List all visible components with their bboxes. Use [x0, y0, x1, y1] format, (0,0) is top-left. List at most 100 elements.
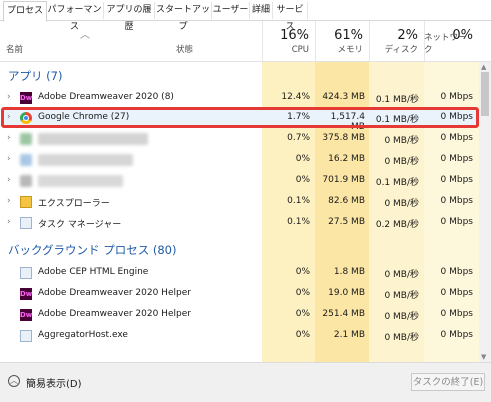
vertical-scrollbar[interactable]: ▲ ▼: [479, 62, 491, 362]
memory-value: 19.0 MB: [328, 288, 365, 298]
process-name: Adobe Dreamweaver 2020 (8): [38, 92, 174, 102]
memory-value: 1.8 MB: [333, 267, 365, 277]
blurred-name: [38, 175, 123, 187]
header-memory[interactable]: 61% メモリ: [315, 21, 369, 61]
cpu-value: 0%: [295, 175, 310, 185]
process-row-dreamweaver[interactable]: › Adobe Dreamweaver 2020 (8) 12.4% 424.3…: [0, 88, 478, 109]
memory-value: 82.6 MB: [328, 196, 365, 206]
cpu-value: 0%: [295, 288, 310, 298]
header-status[interactable]: 状態: [170, 21, 262, 61]
cpu-value: 0%: [295, 154, 310, 164]
network-value: 0 Mbps: [440, 196, 473, 206]
expand-chevron-icon[interactable]: ›: [7, 217, 11, 227]
dreamweaver-icon: [20, 288, 32, 300]
cpu-value: 0%: [295, 330, 310, 340]
header-network[interactable]: 0% ネットワーク: [424, 21, 479, 61]
group-apps-title[interactable]: アプリ (7): [8, 68, 62, 84]
expand-chevron-icon[interactable]: ›: [7, 154, 11, 164]
scroll-up-icon[interactable]: ▲: [481, 63, 486, 71]
process-row-cep[interactable]: Adobe CEP HTML Engine 0% 1.8 MB 0 MB/秒 0…: [0, 263, 478, 284]
network-label: ネットワーク: [424, 33, 467, 55]
tab-services[interactable]: サービス: [273, 2, 308, 32]
scroll-down-icon[interactable]: ▼: [481, 353, 486, 361]
app-icon: [20, 330, 32, 342]
end-task-button[interactable]: タスクの終了(E): [411, 373, 485, 391]
memory-value: 16.2 MB: [328, 154, 365, 164]
expand-chevron-icon[interactable]: ›: [7, 92, 11, 102]
memory-value: 2.1 MB: [333, 330, 365, 340]
process-name: Adobe Dreamweaver 2020 Helper: [38, 288, 191, 298]
disk-total: 2%: [397, 28, 418, 43]
memory-value: 701.9 MB: [322, 175, 365, 185]
memory-total: 61%: [334, 28, 363, 43]
disk-value: 0 MB/秒: [384, 136, 419, 146]
column-header: ︿ 名前 状態 16% CPU 61% メモリ 2% ディスク 0% ネットワー…: [0, 21, 491, 62]
process-row-dw-helper[interactable]: Adobe Dreamweaver 2020 Helper 0% 251.4 M…: [0, 305, 478, 326]
process-row-blurred[interactable]: › 0% 701.9 MB 0.1 MB/秒 0 Mbps: [0, 171, 478, 192]
cpu-value: 0%: [295, 309, 310, 319]
footer-bar: ︿ 簡易表示(D) タスクの終了(E): [0, 362, 491, 402]
process-name: エクスプローラー: [38, 199, 110, 209]
scrollbar-thumb[interactable]: [481, 72, 489, 116]
sort-up-icon: ︿: [80, 30, 90, 41]
process-name: Adobe CEP HTML Engine: [38, 267, 149, 277]
blurred-icon: [20, 154, 32, 166]
tab-startup[interactable]: スタートアップ: [155, 2, 212, 32]
blurred-name: [38, 154, 133, 166]
process-row-aggregator[interactable]: AggregatorHost.exe 0% 2.1 MB 0 MB/秒 0 Mb…: [0, 326, 478, 347]
tab-details[interactable]: 詳細: [250, 2, 273, 19]
process-name: タスク マネージャー: [38, 220, 122, 230]
process-row-blurred[interactable]: › 0.7% 375.8 MB 0 MB/秒 0 Mbps: [0, 129, 478, 150]
expand-chevron-icon[interactable]: ›: [7, 133, 11, 143]
dreamweaver-icon: [20, 309, 32, 321]
network-value: 0 Mbps: [440, 309, 473, 319]
process-name: AggregatorHost.exe: [38, 330, 128, 340]
network-value: 0 Mbps: [440, 154, 473, 164]
disk-value: 0.1 MB/秒: [375, 178, 419, 188]
expand-chevron-icon[interactable]: ›: [7, 196, 11, 206]
collapse-circle-icon[interactable]: ︿: [8, 375, 20, 387]
cep-icon: [20, 267, 32, 279]
tab-processes[interactable]: プロセス: [3, 1, 47, 22]
disk-value: 0 MB/秒: [384, 291, 419, 301]
network-value: 0 Mbps: [440, 330, 473, 340]
fewer-details-link[interactable]: 簡易表示(D): [26, 375, 82, 390]
disk-value: 0 MB/秒: [384, 157, 419, 167]
group-background-title[interactable]: バックグラウンド プロセス (80): [8, 242, 176, 258]
memory-value: 424.3 MB: [322, 92, 365, 102]
cpu-value: 0.1%: [287, 217, 310, 227]
disk-value: 0 MB/秒: [384, 333, 419, 343]
dreamweaver-icon: [20, 92, 32, 104]
disk-value: 0 MB/秒: [384, 199, 419, 209]
process-row-task-manager[interactable]: › タスク マネージャー 0.1% 27.5 MB 0.2 MB/秒 0 Mbp…: [0, 213, 478, 234]
tab-app-history[interactable]: アプリの履歴: [104, 2, 155, 32]
header-cpu[interactable]: 16% CPU: [262, 21, 315, 61]
process-row-dw-helper[interactable]: Adobe Dreamweaver 2020 Helper 0% 19.0 MB…: [0, 284, 478, 305]
cpu-label: CPU: [291, 45, 309, 55]
task-manager-icon: [20, 217, 32, 229]
expand-chevron-icon[interactable]: ›: [7, 175, 11, 185]
header-disk[interactable]: 2% ディスク: [369, 21, 424, 61]
header-status-label: 状態: [176, 45, 194, 55]
tab-bar: プロセス パフォーマンス アプリの履歴 スタートアップ ユーザー 詳細 サービス: [0, 0, 491, 32]
cpu-value: 0.1%: [287, 196, 310, 206]
header-name-label: 名前: [6, 45, 24, 55]
network-value: 0 Mbps: [440, 288, 473, 298]
process-row-explorer[interactable]: › エクスプローラー 0.1% 82.6 MB 0 MB/秒 0 Mbps: [0, 192, 478, 213]
cpu-value: 0.7%: [287, 133, 310, 143]
folder-icon: [20, 196, 32, 208]
tab-users[interactable]: ユーザー: [212, 2, 250, 19]
disk-label: ディスク: [384, 45, 418, 55]
disk-value: 0.2 MB/秒: [375, 220, 419, 230]
blurred-icon: [20, 133, 32, 145]
process-row-blurred[interactable]: › 0% 16.2 MB 0 MB/秒 0 Mbps: [0, 150, 478, 171]
cpu-value: 0%: [295, 267, 310, 277]
memory-value: 251.4 MB: [322, 309, 365, 319]
header-name[interactable]: ︿ 名前: [0, 21, 170, 61]
cpu-value: 12.4%: [281, 92, 310, 102]
network-value: 0 Mbps: [440, 175, 473, 185]
memory-value: 27.5 MB: [328, 217, 365, 227]
disk-value: 0 MB/秒: [384, 312, 419, 322]
tab-performance[interactable]: パフォーマンス: [46, 2, 104, 32]
process-name: Adobe Dreamweaver 2020 Helper: [38, 309, 191, 319]
